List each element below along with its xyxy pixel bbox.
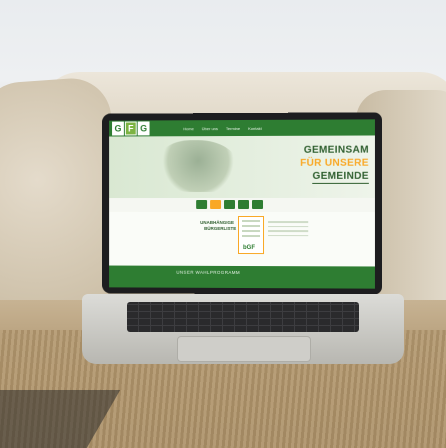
program-banner: UNSER WAHLPROGRAMM	[109, 265, 375, 289]
headline-prefix: FÜR	[300, 157, 322, 169]
social-icon[interactable]	[210, 200, 222, 209]
headline-line-2: FÜR UNSERE	[300, 157, 369, 170]
headline-line-1: GEMEINSAM	[303, 144, 369, 156]
hero-headline: GEMEINSAM FÜR UNSERE GEMEINDE	[300, 144, 369, 184]
nav-item[interactable]: Über uns	[202, 126, 218, 131]
social-icon[interactable]	[238, 199, 249, 210]
mini-logo: bGF	[242, 245, 256, 252]
laptop-display: G F G Home Über uns Termine Kontakt GEME…	[109, 119, 375, 289]
text-column	[268, 218, 309, 239]
document-thumbnail[interactable]: bGF	[238, 215, 265, 255]
logo-letter: G	[112, 121, 124, 136]
nav-item[interactable]: Home	[183, 126, 194, 131]
social-icon[interactable]	[224, 200, 236, 209]
trackpad	[177, 336, 311, 362]
logo-letter: G	[137, 121, 150, 136]
keyboard	[127, 302, 359, 332]
website-header: G F G Home Über uns Termine Kontakt	[109, 119, 375, 137]
headline-line-3: GEMEINDE	[312, 169, 369, 184]
photo-scene: G F G Home Über uns Termine Kontakt GEME…	[0, 0, 446, 448]
nav-item[interactable]: Kontakt	[248, 125, 262, 130]
party-label-2: BÜRGERLISTE	[204, 225, 237, 231]
logo-letter: F	[124, 121, 137, 136]
headline-word: UNSERE	[324, 157, 369, 169]
nav-item[interactable]: Termine	[226, 126, 240, 131]
program-link[interactable]: UNSER WAHLPROGRAMM	[176, 270, 240, 275]
social-icon[interactable]	[196, 200, 208, 209]
site-nav: Home Über uns Termine Kontakt	[183, 125, 262, 130]
laptop-screen-bezel: G F G Home Über uns Termine Kontakt GEME…	[102, 112, 383, 295]
hands-illustration	[158, 140, 239, 193]
social-icon[interactable]	[252, 199, 264, 210]
laptop-base	[82, 294, 404, 364]
site-logo[interactable]: G F G	[112, 121, 150, 136]
hero-banner: GEMEINSAM FÜR UNSERE GEMEINDE	[109, 135, 375, 199]
party-label-1: UNABHÄNGIGE	[200, 219, 235, 225]
content-section: UNABHÄNGIGE BÜRGERLISTE bGF	[109, 211, 375, 267]
social-icons-row	[196, 199, 264, 210]
